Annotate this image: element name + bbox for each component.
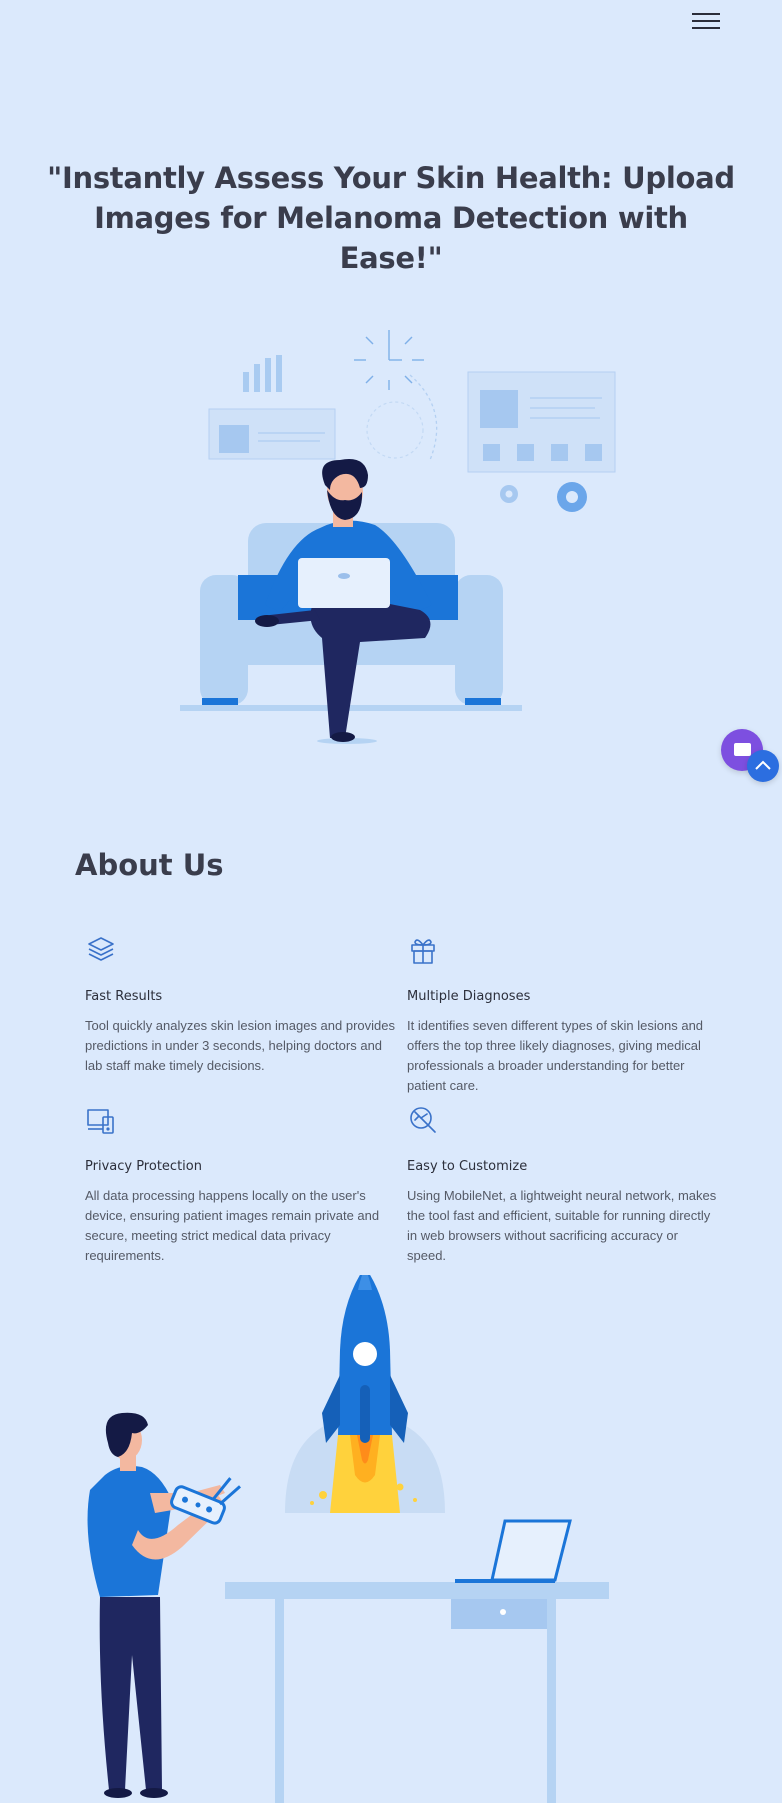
gift-icon bbox=[411, 939, 435, 964]
bar-chart-decoration bbox=[243, 355, 282, 392]
feature-title: Privacy Protection bbox=[85, 1159, 202, 1174]
clock-decoration bbox=[354, 330, 424, 390]
rocket-illustration bbox=[87, 1275, 609, 1803]
feature-text: All data processing happens locally on t… bbox=[85, 1188, 380, 1263]
hero-title: "Instantly Assess Your Skin Health: Uplo… bbox=[47, 161, 735, 275]
hamburger-menu-icon[interactable] bbox=[692, 10, 722, 30]
feature-privacy-protection: Privacy Protection All data processing h… bbox=[85, 1104, 395, 1266]
feature-text: It identifies seven different types of s… bbox=[407, 1018, 704, 1093]
feature-title: Fast Results bbox=[85, 989, 163, 1004]
feature-title: Multiple Diagnoses bbox=[407, 989, 531, 1004]
feature-title: Easy to Customize bbox=[407, 1159, 528, 1174]
about-title: About Us bbox=[75, 848, 224, 882]
chevron-up-icon bbox=[755, 760, 771, 770]
feature-text: Using MobileNet, a lightweight neural ne… bbox=[407, 1188, 717, 1263]
devices-icon bbox=[87, 1109, 114, 1134]
hero-illustration bbox=[180, 330, 616, 744]
feature-fast-results: Fast Results Tool quickly analyzes skin … bbox=[85, 934, 395, 1076]
scroll-to-top-button[interactable] bbox=[747, 750, 779, 782]
feature-easy-to-customize: Easy to Customize Using MobileNet, a lig… bbox=[407, 1104, 717, 1266]
leaf-icon bbox=[410, 1107, 436, 1133]
feature-multiple-diagnoses: Multiple Diagnoses It identifies seven d… bbox=[407, 934, 717, 1096]
feature-text: Tool quickly analyzes skin lesion images… bbox=[85, 1018, 395, 1073]
layers-icon bbox=[88, 937, 114, 961]
